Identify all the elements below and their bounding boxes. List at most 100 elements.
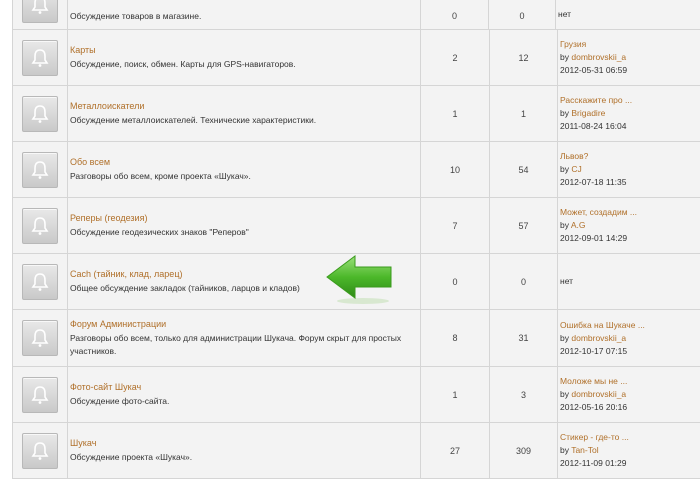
forum-row: Фото-сайт Шукач Обсуждение фото-сайта. 1…: [13, 367, 700, 423]
last-post-date: 2012-05-16 20:16: [560, 402, 628, 412]
topics-count: 0: [421, 254, 490, 309]
topics-count: 10: [421, 142, 490, 197]
forum-description: Разговоры обо всем, кроме проекта «Шукач…: [70, 171, 251, 181]
forum-title-link[interactable]: Обо всем: [70, 156, 418, 168]
forum-row: Металлоискатели Обсуждение металлоискате…: [13, 86, 700, 142]
forum-info: Реперы (геодезия) Обсуждение геодезическ…: [68, 198, 421, 253]
bell-icon: [22, 151, 58, 188]
forum-description: Обсуждение проекта «Шукач».: [70, 452, 193, 462]
forum-title-link[interactable]: Шукач: [70, 437, 418, 449]
last-post-link[interactable]: Расскажите про ...: [560, 94, 696, 107]
last-post-date: 2012-10-17 07:15: [560, 345, 628, 356]
last-post-link[interactable]: Львов?: [560, 150, 696, 163]
topics-count: 1: [421, 367, 490, 422]
forum-icon-cell: [13, 86, 68, 141]
forum-info: Карты Обсуждение, поиск, обмен. Карты дл…: [68, 30, 421, 85]
last-post-date: 2011-08-24 16:04: [560, 121, 627, 131]
forum-icon-cell: [13, 30, 68, 85]
by-label: by: [560, 164, 569, 174]
forum-info: Шукач Обсуждение проекта «Шукач».: [68, 423, 421, 478]
last-post: нет: [558, 254, 696, 309]
last-post-user[interactable]: Tan-Tol: [571, 445, 598, 455]
last-post-user[interactable]: dombrovskii_a: [571, 333, 626, 343]
forum-icon-cell: [13, 198, 68, 253]
last-post: Грузия by dombrovskii_a 2012-05-31 06:59: [558, 30, 696, 85]
posts-count: 309: [490, 423, 558, 478]
posts-count: 0: [490, 254, 558, 309]
forum-description: Разговоры обо всем, только для администр…: [70, 333, 402, 356]
by-label: by: [560, 220, 569, 230]
topics-count: 0: [421, 0, 489, 29]
topics-count: 2: [421, 30, 490, 85]
last-post-link[interactable]: Моложе мы не ...: [560, 375, 696, 388]
forum-title-link[interactable]: Металлоискатели: [70, 100, 418, 112]
last-post: Расскажите про ... by Brigadire 2011-08-…: [558, 86, 696, 141]
last-post: Ошибка на Шукаче ... by dombrovskii_a 20…: [558, 310, 696, 366]
posts-count: 1: [490, 86, 558, 141]
forum-description: Обсуждение товаров в магазине.: [70, 11, 202, 21]
forum-row: Реперы (геодезия) Обсуждение геодезическ…: [13, 198, 700, 254]
forum-icon-cell: [13, 367, 68, 422]
forum-description: Обсуждение геодезических знаков "Реперов…: [70, 227, 249, 237]
forum-info: Форум Администрации Разговоры обо всем, …: [68, 310, 421, 366]
topics-count: 8: [421, 310, 490, 366]
last-post-user[interactable]: Brigadire: [571, 108, 605, 118]
last-post: Львов? by CJ 2012-07-18 11:35: [558, 142, 696, 197]
forum-row: Обсуждение товаров в магазине. 0 0 нет: [13, 0, 700, 30]
bell-icon: [22, 0, 58, 23]
by-label: by: [560, 445, 569, 455]
no-posts-text: нет: [558, 9, 572, 19]
last-post: Стикер - где-то ... by Tan-Tol 2012-11-0…: [558, 423, 696, 478]
posts-count: 54: [490, 142, 558, 197]
bell-icon: [22, 39, 58, 76]
last-post-user[interactable]: CJ: [571, 164, 581, 174]
forum-description: Обсуждение фото-сайта.: [70, 396, 170, 406]
forum-description: Обсуждение металлоискателей. Технические…: [70, 115, 317, 125]
no-posts-text: нет: [560, 276, 574, 286]
bell-icon: [22, 207, 58, 244]
forum-title-link[interactable]: Реперы (геодезия): [70, 212, 418, 224]
last-post-link[interactable]: Ошибка на Шукаче ...: [560, 319, 696, 332]
last-post-link[interactable]: Может, создадим ...: [560, 206, 696, 219]
forum-row: Карты Обсуждение, поиск, обмен. Карты дл…: [13, 30, 700, 86]
forum-title-link[interactable]: Форум Администрации: [70, 318, 418, 330]
forum-icon-cell: [13, 254, 68, 309]
last-post-date: 2012-07-18 11:35: [560, 177, 627, 187]
posts-count: 12: [490, 30, 558, 85]
bell-icon: [22, 95, 58, 132]
posts-count: 0: [489, 0, 556, 29]
topics-count: 27: [421, 423, 490, 478]
last-post-link[interactable]: Стикер - где-то ...: [560, 431, 696, 444]
forum-title-link[interactable]: Фото-сайт Шукач: [70, 381, 418, 393]
bell-icon: [22, 376, 58, 413]
last-post-link[interactable]: Грузия: [560, 38, 696, 51]
last-post-date: 2012-09-01 14:29: [560, 233, 628, 243]
last-post-user[interactable]: dombrovskii_a: [571, 52, 626, 62]
forum-info: Фото-сайт Шукач Обсуждение фото-сайта.: [68, 367, 421, 422]
by-label: by: [560, 389, 569, 399]
forum-icon-cell: [13, 423, 68, 478]
posts-count: 31: [490, 310, 558, 366]
posts-count: 3: [490, 367, 558, 422]
bell-icon: [22, 263, 58, 300]
last-post-date: 2012-11-09 01:29: [560, 458, 627, 468]
forum-row: Шукач Обсуждение проекта «Шукач». 27 309…: [13, 423, 700, 479]
topics-count: 7: [421, 198, 490, 253]
forum-icon-cell: [13, 0, 68, 29]
last-post-user[interactable]: dombrovskii_a: [571, 389, 626, 399]
last-post: нет: [556, 0, 694, 29]
by-label: by: [560, 52, 569, 62]
last-post: Может, создадим ... by A.G 2012-09-01 14…: [558, 198, 696, 253]
bell-icon: [22, 432, 58, 469]
by-label: by: [560, 332, 569, 343]
forum-title-link[interactable]: Карты: [70, 44, 418, 56]
last-post-user[interactable]: A.G: [571, 220, 586, 230]
forum-list: Обсуждение товаров в магазине. 0 0 нет К…: [12, 0, 700, 479]
forum-row: Форум Администрации Разговоры обо всем, …: [13, 310, 700, 367]
by-label: by: [560, 108, 569, 118]
last-post-date: 2012-05-31 06:59: [560, 65, 628, 75]
green-arrow-icon: [325, 253, 395, 307]
forum-info: Обсуждение товаров в магазине.: [68, 0, 421, 29]
forum-icon-cell: [13, 310, 68, 366]
forum-row: Обо всем Разговоры обо всем, кроме проек…: [13, 142, 700, 198]
